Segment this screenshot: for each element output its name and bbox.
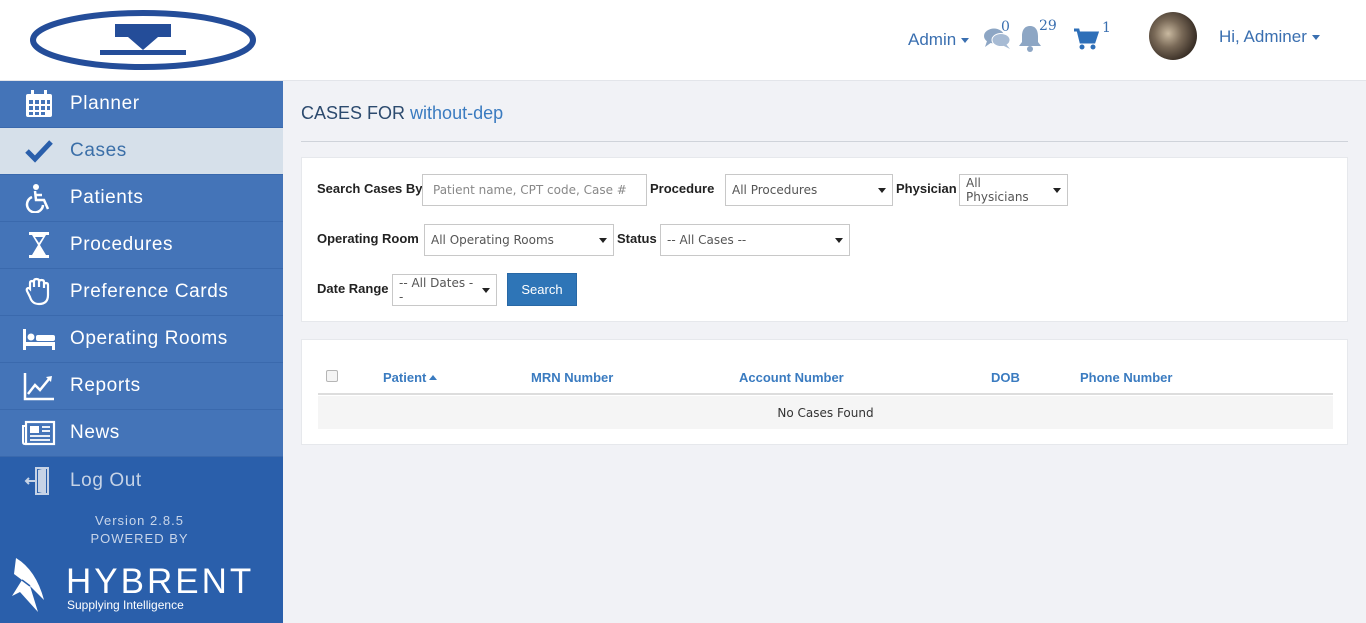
calendar-icon xyxy=(22,89,56,119)
search-button[interactable]: Search xyxy=(507,273,577,306)
sidebar-item-patients[interactable]: Patients xyxy=(0,175,283,222)
status-label: Status xyxy=(617,231,657,246)
column-phone-number[interactable]: Phone Number xyxy=(1080,370,1172,385)
brand-name: HYBRENT xyxy=(66,562,255,601)
sidebar-item-news[interactable]: News xyxy=(0,410,283,457)
sidebar-item-logout[interactable]: Log Out xyxy=(0,457,283,504)
page-title: CASES FOR without-dep xyxy=(301,103,503,124)
sidebar-item-label: Procedures xyxy=(70,234,174,255)
column-account-number[interactable]: Account Number xyxy=(739,370,844,385)
results-panel: Patient MRN Number Account Number DOB Ph… xyxy=(301,339,1348,445)
sidebar: Planner Cases Patients Procedures Prefer… xyxy=(0,81,283,623)
column-mrn-number[interactable]: MRN Number xyxy=(531,370,613,385)
status-select[interactable]: -- All Cases -- xyxy=(660,224,850,256)
sidebar-item-cases[interactable]: Cases xyxy=(0,128,283,175)
column-patient-label: Patient xyxy=(383,370,427,385)
wheelchair-icon xyxy=(22,183,56,213)
brand-logo: HYBRENT Supplying Intelligence xyxy=(10,554,270,614)
sidebar-item-label: Cases xyxy=(70,140,127,161)
procedure-select[interactable]: All Procedures xyxy=(725,174,893,206)
page-title-prefix: CASES FOR xyxy=(301,103,406,123)
sidebar-item-procedures[interactable]: Procedures xyxy=(0,222,283,269)
newspaper-icon xyxy=(22,418,56,448)
chevron-down-icon xyxy=(482,287,490,293)
admin-dropdown[interactable]: Admin xyxy=(908,30,970,50)
date-range-select[interactable]: -- All Dates -- xyxy=(392,274,497,306)
version-text: Version 2.8.5 xyxy=(95,513,184,528)
date-range-select-value: -- All Dates -- xyxy=(399,276,474,304)
user-greeting: Hi, Adminer xyxy=(1219,27,1307,46)
operating-room-label: Operating Room xyxy=(317,231,419,246)
hourglass-icon xyxy=(22,230,56,260)
search-input[interactable]: Patient name, CPT code, Case # xyxy=(422,174,647,206)
chevron-down-icon xyxy=(599,237,607,243)
cart-count: 1 xyxy=(1102,20,1111,36)
messages-count: 0 xyxy=(1001,19,1010,35)
select-all-checkbox[interactable] xyxy=(326,370,338,382)
sidebar-item-label: Operating Rooms xyxy=(70,328,228,349)
checkmark-icon xyxy=(22,136,56,166)
chevron-down-icon xyxy=(1053,187,1061,193)
operating-room-select-value: All Operating Rooms xyxy=(431,233,554,247)
line-chart-icon xyxy=(22,371,56,401)
sidebar-item-label: Preference Cards xyxy=(70,281,229,302)
door-exit-icon xyxy=(22,466,56,496)
top-header: Admin 0 29 1 Hi, Adminer xyxy=(0,0,1366,81)
physician-label: Physician xyxy=(896,181,957,196)
user-dropdown[interactable]: Hi, Adminer xyxy=(1219,27,1320,47)
chevron-down-icon xyxy=(835,237,843,243)
chevron-down-icon xyxy=(961,38,970,44)
sidebar-item-planner[interactable]: Planner xyxy=(0,81,283,128)
sort-ascending-icon xyxy=(429,375,438,381)
page-title-accent: without-dep xyxy=(410,103,504,123)
notifications-count: 29 xyxy=(1039,18,1057,34)
table-header: Patient MRN Number Account Number DOB Ph… xyxy=(318,360,1333,395)
sidebar-item-label: Log Out xyxy=(70,469,142,491)
chevron-down-icon xyxy=(1311,35,1320,41)
sidebar-item-label: Reports xyxy=(70,375,141,396)
sidebar-item-label: Patients xyxy=(70,187,144,208)
search-by-label: Search Cases By xyxy=(317,181,423,196)
column-patient[interactable]: Patient xyxy=(383,370,438,385)
brand-bird-icon xyxy=(12,558,44,612)
sidebar-item-label: News xyxy=(70,422,120,443)
procedure-select-value: All Procedures xyxy=(732,183,818,197)
bed-icon xyxy=(22,324,56,354)
date-range-label: Date Range xyxy=(317,281,389,296)
procedure-label: Procedure xyxy=(650,181,715,196)
search-panel: Search Cases By Patient name, CPT code, … xyxy=(301,157,1348,322)
company-logo[interactable] xyxy=(30,10,256,70)
title-divider xyxy=(301,141,1348,142)
chevron-down-icon xyxy=(878,187,886,193)
search-input-placeholder: Patient name, CPT code, Case # xyxy=(433,183,627,197)
empty-table-message: No Cases Found xyxy=(318,396,1333,429)
hand-icon xyxy=(22,277,56,307)
sidebar-item-operating-rooms[interactable]: Operating Rooms xyxy=(0,316,283,363)
avatar[interactable] xyxy=(1149,12,1197,60)
brand-tagline: Supplying Intelligence xyxy=(67,598,184,612)
shopping-cart-icon[interactable] xyxy=(1073,27,1099,51)
operating-room-select[interactable]: All Operating Rooms xyxy=(424,224,614,256)
powered-by-text: POWERED BY xyxy=(90,531,189,546)
physician-select[interactable]: All Physicians xyxy=(959,174,1068,206)
column-dob[interactable]: DOB xyxy=(991,370,1020,385)
sidebar-item-label: Planner xyxy=(70,93,140,114)
admin-dropdown-label: Admin xyxy=(908,30,957,49)
sidebar-item-reports[interactable]: Reports xyxy=(0,363,283,410)
sidebar-item-preference-cards[interactable]: Preference Cards xyxy=(0,269,283,316)
version-info: Version 2.8.5 POWERED BY xyxy=(0,512,283,548)
physician-select-value: All Physicians xyxy=(966,176,1029,204)
status-select-value: -- All Cases -- xyxy=(667,233,747,247)
